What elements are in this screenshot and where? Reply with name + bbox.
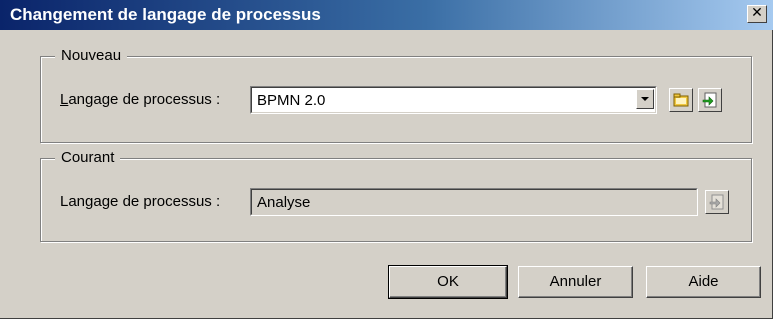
title-bar[interactable]: Changement de langage de processus ✕ (0, 0, 773, 30)
properties-arrow-icon (702, 92, 717, 108)
nouveau-language-combobox[interactable]: BPMN 2.0 (250, 86, 657, 114)
group-nouveau-legend: Nouveau (55, 47, 128, 65)
close-icon: ✕ (751, 5, 763, 21)
nouveau-properties-button[interactable] (698, 88, 722, 112)
browse-button[interactable] (669, 88, 693, 112)
window-title: Changement de langage de processus (10, 5, 321, 24)
dropdown-arrow-button[interactable] (636, 89, 654, 109)
courant-properties-button (705, 190, 729, 214)
group-courant-legend: Courant (55, 149, 121, 167)
nouveau-language-value: BPMN 2.0 (257, 92, 326, 109)
nouveau-label-text: angage de processus : (68, 91, 221, 108)
courant-language-field: Analyse (250, 188, 698, 216)
courant-language-value: Analyse (257, 194, 311, 211)
folder-browse-icon (673, 93, 689, 107)
nouveau-language-label: Langage de processus : (60, 91, 220, 109)
ok-button[interactable]: OK (388, 265, 508, 299)
cancel-button[interactable]: Annuler (518, 266, 633, 298)
courant-language-label: Langage de processus : (60, 193, 221, 210)
dialog-window: Changement de langage de processus ✕ Nou… (0, 0, 773, 319)
help-button[interactable]: Aide (646, 266, 761, 298)
properties-arrow-icon (709, 194, 724, 210)
close-button[interactable]: ✕ (747, 5, 767, 23)
